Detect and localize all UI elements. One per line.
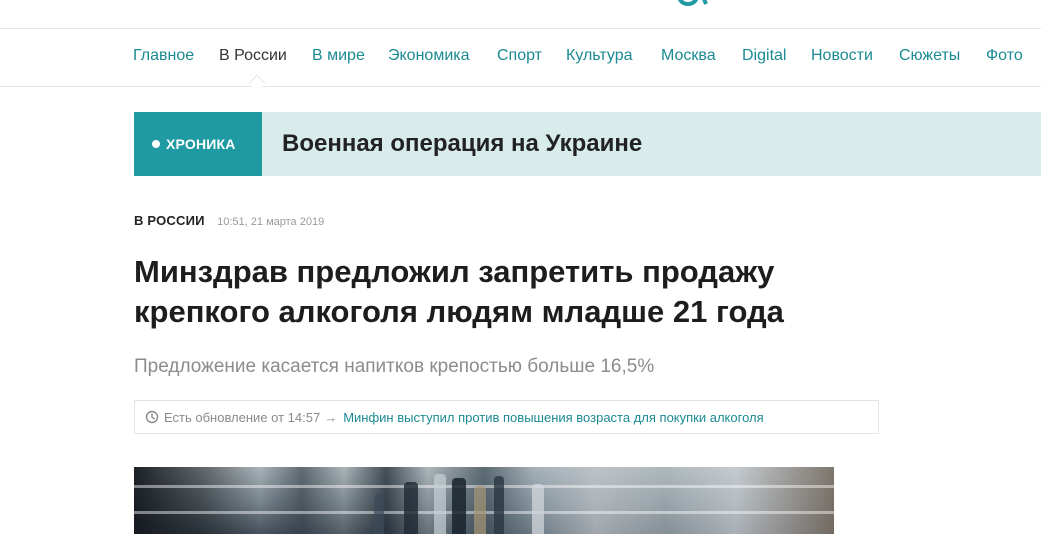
article-lead: Предложение касается напитков крепостью … xyxy=(134,356,655,377)
clock-icon xyxy=(145,410,159,424)
photo-bottle xyxy=(474,486,486,534)
nav-item-stories[interactable]: Сюжеты xyxy=(899,46,960,66)
nav-item-world[interactable]: В мире xyxy=(312,46,365,66)
arrow-right-icon: → xyxy=(324,409,338,425)
top-bar xyxy=(0,0,1041,29)
nav-item-economy[interactable]: Экономика xyxy=(388,46,470,66)
photo-bottle xyxy=(532,484,544,534)
main-navigation: Главное В России В мире Экономика Спорт … xyxy=(0,29,1041,92)
chronicle-badge-label: ХРОНИКА xyxy=(166,136,236,152)
chronicle-title[interactable]: Военная операция на Украине xyxy=(282,130,642,158)
photo-bottle xyxy=(494,476,504,534)
photo-bottle xyxy=(452,478,466,534)
update-notice[interactable]: Есть обновление от 14:57 → Минфин выступ… xyxy=(134,400,879,434)
article-photo[interactable] xyxy=(134,467,834,534)
article-headline: Минздрав предложил запретить продажу кре… xyxy=(134,254,784,329)
nav-item-main[interactable]: Главное xyxy=(133,46,194,66)
photo-bottle xyxy=(374,494,384,534)
nav-item-news[interactable]: Новости xyxy=(811,46,873,66)
dot-icon xyxy=(152,140,160,148)
chronicle-badge[interactable]: ХРОНИКА xyxy=(134,112,262,176)
photo-bottle xyxy=(434,474,446,534)
nav-item-sport[interactable]: Спорт xyxy=(497,46,542,66)
article-meta: В РОССИИ 10:51, 21 марта 2019 xyxy=(134,212,324,230)
active-nav-indicator xyxy=(248,74,266,92)
nav-item-digital[interactable]: Digital xyxy=(742,46,786,66)
logo-fragment[interactable] xyxy=(672,0,712,12)
photo-bottle xyxy=(404,482,418,534)
update-link[interactable]: Минфин выступил против повышения возраст… xyxy=(343,410,763,425)
nav-item-photo[interactable]: Фото xyxy=(986,46,1023,66)
nav-item-moscow[interactable]: Москва xyxy=(661,46,716,66)
chronicle-banner[interactable]: ХРОНИКА Военная операция на Украине xyxy=(134,112,1041,176)
nav-item-russia[interactable]: В России xyxy=(219,46,287,66)
article-section-link[interactable]: В РОССИИ xyxy=(134,213,205,228)
update-prefix: Есть обновление от 14:57 xyxy=(164,409,321,425)
article-datetime: 10:51, 21 марта 2019 xyxy=(217,216,325,228)
nav-item-culture[interactable]: Культура xyxy=(566,46,633,66)
